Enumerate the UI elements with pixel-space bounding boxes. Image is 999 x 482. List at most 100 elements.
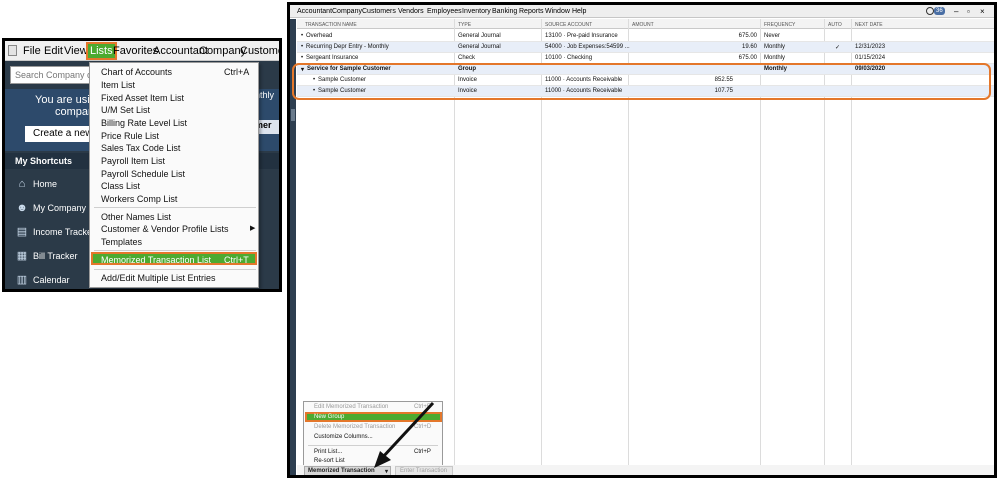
cell-account: 10100 · Checking: [545, 55, 593, 61]
menu-file[interactable]: File: [23, 45, 41, 57]
shortcut-ctrl-t: Ctrl+T: [224, 255, 249, 265]
cell-name: Overhead: [306, 33, 333, 39]
menu-window[interactable]: Window: [545, 8, 570, 15]
shortcut-income-tracker[interactable]: ▤ Income Tracker: [5, 221, 95, 243]
cell-amount: 19.60: [741, 44, 757, 50]
enter-transaction-button[interactable]: Enter Transaction: [395, 466, 453, 475]
cell-amount: 675.00: [738, 55, 757, 61]
menu-customers[interactable]: Customers: [362, 8, 396, 15]
menu-item-templates[interactable]: Templates: [101, 237, 142, 247]
bill-icon: ▦: [16, 250, 28, 262]
background-fragment-customer: mer: [255, 120, 279, 134]
cell-type: Check: [458, 55, 476, 61]
column-header[interactable]: AUTO: [828, 22, 842, 28]
menu-separator: [94, 269, 256, 270]
menu-item-class-list[interactable]: Class List: [101, 181, 140, 191]
clock-icon[interactable]: [926, 7, 934, 15]
menu-item-add-edit-multiple-list-entries[interactable]: Add/Edit Multiple List Entries: [101, 273, 216, 283]
column-header[interactable]: TRANSACTION NAME: [305, 22, 357, 28]
menu-accountant[interactable]: Accountant: [297, 8, 332, 15]
cell-name: Recurring Depr Entry - Monthly: [306, 44, 389, 50]
menu-banking[interactable]: Banking: [492, 8, 517, 15]
cell-type: General Journal: [458, 33, 501, 39]
submenu-arrow-icon: ▶: [250, 225, 256, 232]
menu-item-print-list[interactable]: Print List...: [314, 449, 342, 455]
background-fragment-monthly: nthly: [255, 90, 279, 104]
column-header[interactable]: FREQUENCY: [764, 22, 795, 28]
menu-item-sales-tax-code-list[interactable]: Sales Tax Code List: [101, 143, 180, 153]
cell-next-date: 12/31/2023: [855, 44, 886, 50]
menu-item-payroll-schedule-list[interactable]: Payroll Schedule List: [101, 169, 185, 179]
shortcut-label: Bill Tracker: [33, 251, 78, 261]
menu-item-re-sort-list[interactable]: Re-sort List: [314, 458, 345, 464]
menu-inventory[interactable]: Inventory: [462, 8, 491, 15]
menu-item-fixed-asset-item-list[interactable]: Fixed Asset Item List: [101, 93, 184, 103]
menu-item-delete-memorized-transaction[interactable]: Delete Memorized Transaction: [314, 424, 395, 430]
shortcut-ctrl-a: Ctrl+A: [224, 67, 250, 77]
memorized-transaction-button[interactable]: Memorized Transaction ▾: [304, 466, 391, 475]
menu-item-chart-of-accounts[interactable]: Chart of Accounts: [101, 67, 172, 77]
column-header[interactable]: SOURCE ACCOUNT: [545, 22, 592, 28]
menu-help[interactable]: Help: [572, 8, 586, 15]
menu-item-new-group[interactable]: New Group: [314, 414, 344, 420]
menu-item-customize-columns[interactable]: Customize Columns...: [314, 434, 373, 440]
lists-dropdown-menu: Chart of Accounts Ctrl+A Item List Fixed…: [89, 62, 259, 288]
people-icon: ☻: [16, 202, 28, 214]
column-header[interactable]: NEXT DATE: [855, 22, 883, 28]
menu-edit[interactable]: Edit: [44, 45, 63, 57]
menu-vendors[interactable]: Vendors: [398, 8, 424, 15]
cell-frequency: Monthly: [764, 44, 786, 50]
cell-frequency: Never: [764, 33, 781, 39]
menu-customers[interactable]: Customers: [240, 45, 279, 57]
menu-item-other-names-list[interactable]: Other Names List: [101, 212, 171, 222]
shortcut-bill-tracker[interactable]: ▦ Bill Tracker: [5, 245, 87, 267]
search-input[interactable]: Search Company or: [10, 66, 90, 84]
menu-favorites[interactable]: Favorites: [113, 45, 158, 57]
minimize-icon[interactable]: –: [954, 7, 958, 16]
menu-view[interactable]: View: [64, 45, 88, 57]
cell-name: Sergeant Insurance: [306, 55, 359, 61]
alerts-badge[interactable]: 36: [934, 7, 945, 15]
row-bullet: •: [301, 33, 304, 39]
menu-reports[interactable]: Reports: [519, 8, 544, 15]
table-header: TRANSACTION NAME TYPE SOURCE ACCOUNT AMO…: [297, 19, 994, 29]
menu-item-memorized-transaction-list[interactable]: Memorized Transaction List: [101, 255, 211, 265]
column-header[interactable]: TYPE: [458, 22, 471, 28]
restore-icon[interactable]: ▫: [967, 7, 970, 16]
memorized-transaction-label: Memorized Transaction: [308, 468, 375, 474]
menu-item-workers-comp-list[interactable]: Workers Comp List: [101, 194, 177, 204]
table-row[interactable]: • Recurring Depr Entry - Monthly General…: [297, 42, 994, 53]
table-row[interactable]: • Overhead General Journal 13100 · Pre-p…: [297, 31, 994, 42]
cell-type: General Journal: [458, 44, 501, 50]
menu-item-edit-memorized-transaction[interactable]: Edit Memorized Transaction: [314, 404, 388, 410]
shortcut-ctrl-d: Ctrl+D: [414, 424, 432, 430]
create-new-company-button[interactable]: Create a new c: [25, 126, 89, 142]
shortcut-home[interactable]: ⌂ Home: [5, 173, 87, 195]
menu-item-payroll-item-list[interactable]: Payroll Item List: [101, 156, 165, 166]
menu-item-customer-vendor-profile-lists[interactable]: Customer & Vendor Profile Lists: [101, 224, 229, 234]
menu-item-billing-rate-level-list[interactable]: Billing Rate Level List: [101, 118, 187, 128]
menu-separator: [94, 207, 256, 208]
menu-item-item-list[interactable]: Item List: [101, 80, 135, 90]
group-highlight-outline: [292, 63, 991, 100]
menu-company[interactable]: Company: [332, 8, 362, 15]
menu-separator: [308, 445, 438, 446]
menu-item-um-set-list[interactable]: U/M Set List: [101, 105, 150, 115]
column-header[interactable]: AMOUNT: [632, 22, 654, 28]
income-icon: ▤: [16, 226, 28, 238]
row-bullet: •: [301, 44, 304, 50]
shortcut-my-company[interactable]: ☻ My Company: [5, 197, 87, 219]
menu-employees[interactable]: Employees: [427, 8, 462, 15]
calendar-icon: ▥: [16, 274, 28, 286]
close-icon[interactable]: ×: [980, 7, 985, 16]
cell-account: 13100 · Pre-paid Insurance: [545, 33, 618, 39]
menu-separator: [94, 250, 256, 251]
home-icon: ⌂: [18, 178, 26, 190]
row-bullet: •: [301, 55, 304, 61]
right-menubar: Accountant Company Customers Vendors Emp…: [290, 5, 994, 18]
menu-item-price-rule-list[interactable]: Price Rule List: [101, 131, 159, 141]
scrollbar-thumb[interactable]: [291, 109, 295, 121]
shortcut-ctrl-e: Ctrl+E: [414, 404, 431, 410]
window-menu-icon[interactable]: [8, 45, 17, 56]
shortcut-calendar[interactable]: ▥ Calendar: [5, 269, 87, 289]
